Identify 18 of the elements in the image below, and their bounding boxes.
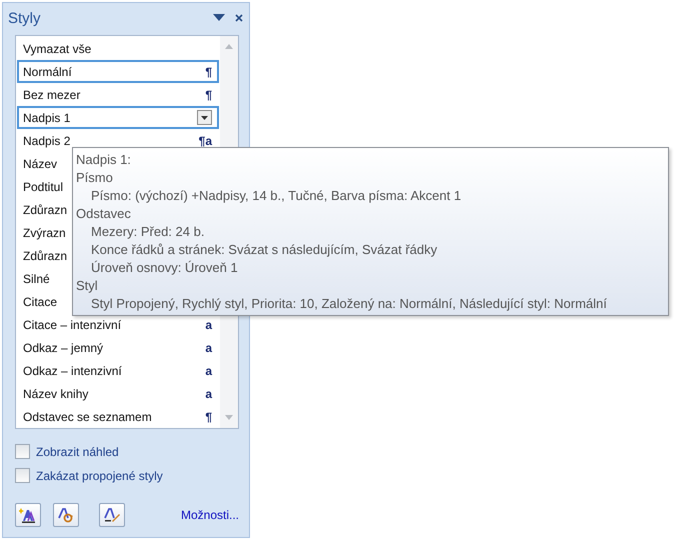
tooltip-text: Konce řádků a stránek: Svázat s následujícím, Svázat řádky xyxy=(90,241,438,259)
tooltip-text: Mezery: Před: 24 b. xyxy=(90,223,206,241)
tooltip-text: Úroveň osnovy: Úroveň 1 xyxy=(90,259,239,277)
tooltip-heading: Styl xyxy=(76,277,99,295)
tooltip-text: Styl Propojený, Rychlý styl, Priorita: 10, Založený na: Normální, Následující styl: Normální xyxy=(90,295,608,313)
tooltip-title: Nadpis 1: xyxy=(76,151,132,169)
style-type-mark: ¶ xyxy=(205,410,212,424)
style-type-mark: a xyxy=(205,364,212,378)
style-type-mark: a xyxy=(205,318,212,332)
style-type-mark: ¶ xyxy=(205,88,212,102)
tooltip-heading: Písmo xyxy=(76,169,114,187)
style-type-mark: ¶ xyxy=(205,64,212,78)
tooltip-text: Písmo: (výchozí) +Nadpisy, 14 b., Tučné, Barva písma: Akcent 1 xyxy=(90,187,462,205)
style-type-mark: a xyxy=(205,386,212,400)
style-type-mark: ¶a xyxy=(198,134,212,148)
pane-title: Styly xyxy=(8,10,41,26)
tooltip-heading: Odstavec xyxy=(76,205,132,223)
style-type-mark: a xyxy=(205,340,212,354)
